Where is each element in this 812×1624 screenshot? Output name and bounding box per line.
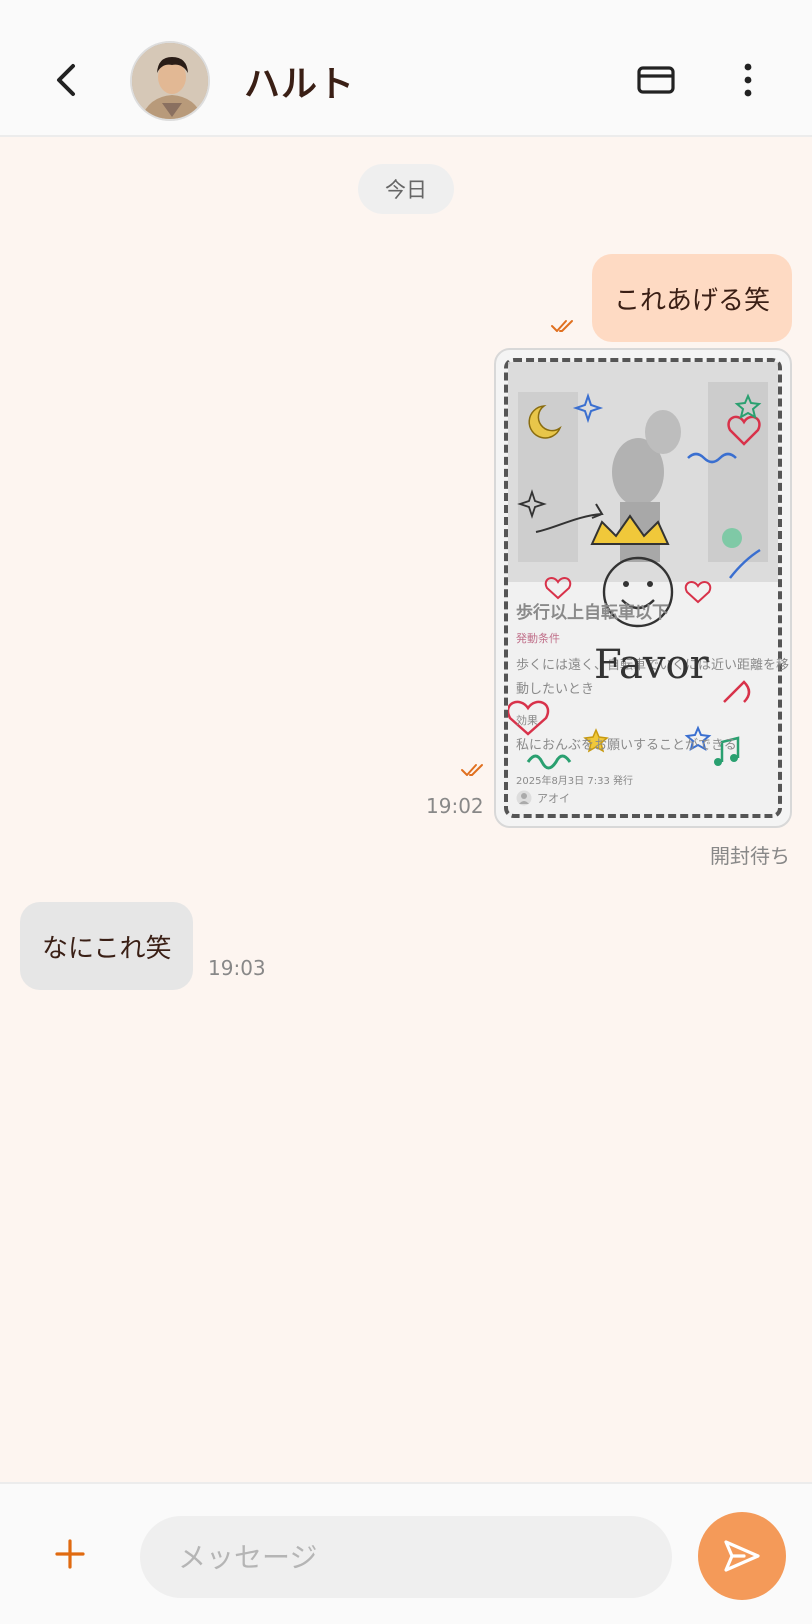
- card-author: アオイ: [516, 790, 570, 806]
- card-date: 2025年8月3日 7:33 発行: [516, 776, 633, 787]
- read-check-icon: [461, 764, 483, 776]
- message-status: 開封待ち: [710, 844, 790, 868]
- chevron-left-icon: [57, 64, 75, 96]
- more-button[interactable]: [724, 56, 772, 104]
- avatar-image: [132, 43, 208, 119]
- read-check-icon: [551, 320, 573, 332]
- card-condition-label: 発動条件: [516, 632, 560, 645]
- favor-card-frame: 歩行以上自転車以下 発動条件 歩くには遠く、自転車でいくには近い距離を移 動した…: [504, 358, 789, 818]
- contact-name: ハルト: [244, 64, 356, 105]
- card-title: 歩行以上自転車以下: [516, 603, 669, 623]
- message-input[interactable]: [140, 1516, 672, 1598]
- user-icon: [516, 790, 532, 806]
- chat-header: ハルト: [0, 0, 812, 137]
- message-text: これあげる笑: [613, 285, 770, 316]
- card-ability-label: 効果: [516, 714, 538, 727]
- outgoing-message[interactable]: これあげる笑: [591, 254, 792, 342]
- more-vertical-icon: [744, 63, 752, 97]
- card-author-name: アオイ: [537, 792, 570, 805]
- favor-card[interactable]: 歩行以上自転車以下 発動条件 歩くには遠く、自転車でいくには近い距離を移 動した…: [494, 348, 792, 828]
- card-ability-text: 私におんぶをお願いすることができる: [516, 738, 737, 753]
- card-condition-text-2: 動したいとき: [516, 682, 595, 697]
- card-button[interactable]: [632, 56, 680, 104]
- send-button[interactable]: [698, 1512, 786, 1600]
- message-text: なにこれ笑: [42, 933, 172, 964]
- add-attachment-button[interactable]: [46, 1530, 94, 1578]
- send-icon: [724, 1540, 760, 1572]
- message-composer: [0, 1482, 812, 1624]
- date-divider: 今日: [358, 164, 454, 214]
- plus-icon: [55, 1539, 85, 1569]
- message-time: 19:02: [426, 794, 484, 818]
- card-icon: [637, 66, 675, 94]
- message-time: 19:03: [208, 956, 266, 980]
- back-button[interactable]: [46, 58, 86, 102]
- favor-logo: Favor: [594, 642, 709, 688]
- incoming-message[interactable]: なにこれ笑: [20, 902, 194, 990]
- avatar[interactable]: [130, 41, 210, 121]
